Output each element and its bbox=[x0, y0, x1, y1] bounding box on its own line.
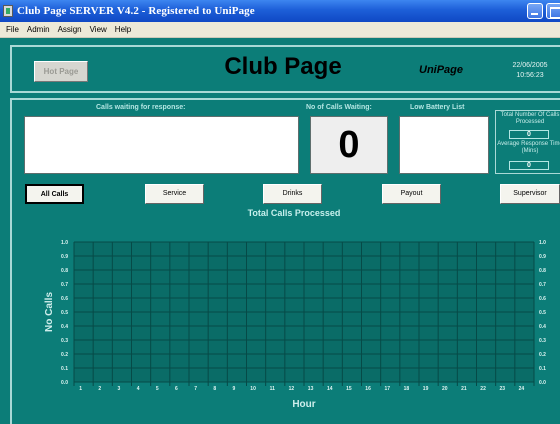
y-tick-label-right: 0.0 bbox=[539, 380, 546, 386]
y-tick-label-left: 0.9 bbox=[61, 254, 68, 260]
x-tick-label: 19 bbox=[423, 386, 429, 392]
x-tick-label: 5 bbox=[156, 386, 159, 392]
y-tick-label-right: 0.6 bbox=[539, 296, 546, 302]
x-tick-label: 21 bbox=[461, 386, 467, 392]
x-tick-label: 16 bbox=[365, 386, 371, 392]
x-tick-label: 22 bbox=[480, 386, 486, 392]
x-tick-label: 14 bbox=[327, 386, 333, 392]
y-tick-label-left: 1.0 bbox=[61, 240, 68, 246]
y-tick-label-right: 0.7 bbox=[539, 282, 546, 288]
y-tick-label-right: 0.9 bbox=[539, 254, 546, 260]
y-tick-label-right: 0.4 bbox=[539, 324, 546, 330]
x-tick-label: 20 bbox=[442, 386, 448, 392]
y-tick-label-right: 0.2 bbox=[539, 352, 546, 358]
y-tick-label-left: 0.2 bbox=[61, 352, 68, 358]
y-tick-label-left: 0.1 bbox=[61, 366, 68, 372]
x-tick-label: 2 bbox=[98, 386, 101, 392]
x-tick-label: 17 bbox=[384, 386, 390, 392]
x-tick-label: 1 bbox=[79, 386, 82, 392]
y-tick-label-right: 0.3 bbox=[539, 338, 546, 344]
x-tick-label: 7 bbox=[194, 386, 197, 392]
x-axis-title: Hour bbox=[292, 399, 315, 410]
x-tick-label: 4 bbox=[137, 386, 140, 392]
y-tick-label-right: 0.1 bbox=[539, 366, 546, 372]
x-tick-label: 10 bbox=[250, 386, 256, 392]
x-tick-label: 24 bbox=[519, 386, 525, 392]
x-tick-label: 23 bbox=[499, 386, 505, 392]
y-tick-label-left: 0.7 bbox=[61, 282, 68, 288]
x-tick-label: 15 bbox=[346, 386, 352, 392]
y-tick-label-right: 0.5 bbox=[539, 310, 546, 316]
y-axis-title: No Calls bbox=[44, 292, 55, 332]
y-tick-label-left: 0.5 bbox=[61, 310, 68, 316]
calls-chart: 0.0 0.0 0.1 0.1 0.2 0.2 0.3 0.3 0.4 0.4 0.5 0.5 0.6 0… bbox=[44, 240, 546, 410]
y-tick-label-left: 0.0 bbox=[61, 380, 68, 386]
y-tick-label-left: 0.4 bbox=[61, 324, 68, 330]
x-tick-label: 12 bbox=[289, 386, 295, 392]
y-tick-label-left: 0.3 bbox=[61, 338, 68, 344]
y-tick-label-left: 0.8 bbox=[61, 268, 68, 274]
x-tick-label: 18 bbox=[404, 386, 410, 392]
app-window: { "window": { "title": "Club Page SERVER… bbox=[0, 0, 560, 424]
x-tick-label: 6 bbox=[175, 386, 178, 392]
x-tick-label: 11 bbox=[270, 386, 276, 392]
x-tick-label: 13 bbox=[308, 386, 314, 392]
y-tick-label-right: 1.0 bbox=[539, 240, 546, 246]
y-tick-label-right: 0.8 bbox=[539, 268, 546, 274]
x-tick-label: 8 bbox=[213, 386, 216, 392]
x-tick-label: 3 bbox=[118, 386, 121, 392]
y-tick-label-left: 0.6 bbox=[61, 296, 68, 302]
x-tick-label: 9 bbox=[233, 386, 236, 392]
